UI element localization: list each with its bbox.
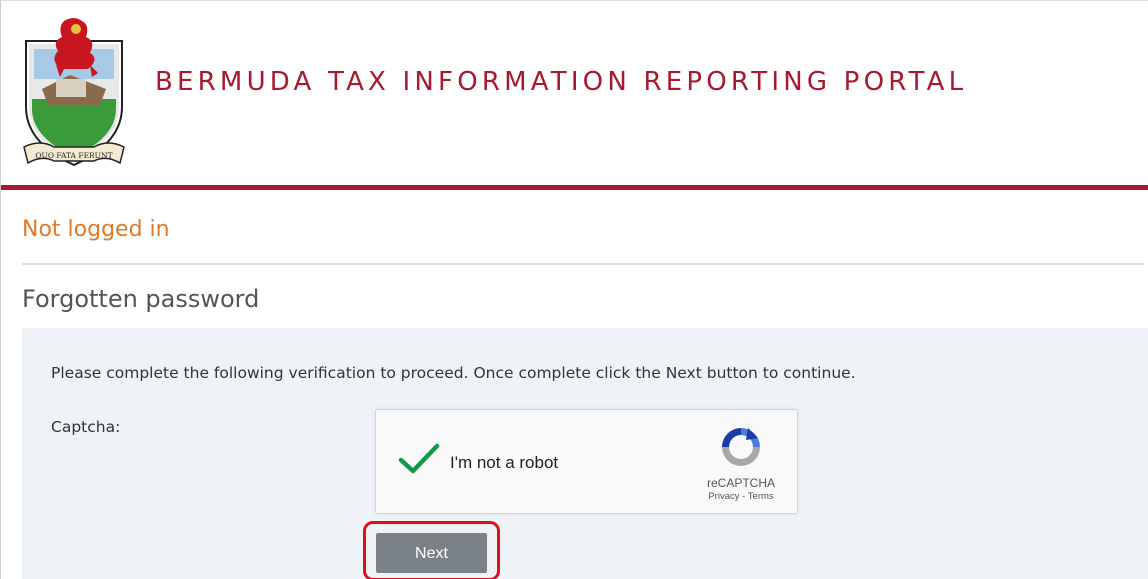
page-title: Forgotten password bbox=[22, 285, 260, 313]
recaptcha-links-separator: - bbox=[739, 491, 748, 502]
recaptcha-brand: reCAPTCHA bbox=[706, 476, 775, 490]
login-status: Not logged in bbox=[22, 217, 170, 242]
instructions-text: Please complete the following verificati… bbox=[51, 364, 856, 382]
recaptcha-links: Privacy - Terms bbox=[696, 491, 786, 502]
recaptcha-widget[interactable]: I'm not a robot reCAPTCHA Privacy - Term… bbox=[375, 409, 798, 514]
recaptcha-logo-icon bbox=[722, 428, 760, 466]
green-checkmark-icon[interactable] bbox=[398, 442, 440, 476]
crest-motto: QUO FATA FERUNT bbox=[35, 151, 112, 160]
bermuda-coat-of-arms-icon: QUO FATA FERUNT bbox=[23, 18, 125, 167]
forgotten-password-panel: Please complete the following verificati… bbox=[22, 328, 1148, 579]
recaptcha-terms-link[interactable]: Terms bbox=[748, 491, 774, 502]
header-divider bbox=[1, 185, 1148, 190]
portal-title: BERMUDA TAX INFORMATION REPORTING PORTAL bbox=[155, 67, 968, 97]
next-button[interactable]: Next bbox=[376, 533, 487, 573]
recaptcha-label[interactable]: I'm not a robot bbox=[450, 453, 558, 473]
recaptcha-privacy-link[interactable]: Privacy bbox=[708, 491, 739, 502]
status-divider bbox=[22, 263, 1144, 265]
site-header: QUO FATA FERUNT BERMUDA TAX INFORMATION … bbox=[1, 1, 1148, 185]
page: QUO FATA FERUNT BERMUDA TAX INFORMATION … bbox=[0, 0, 1148, 579]
captcha-label: Captcha: bbox=[51, 418, 121, 436]
